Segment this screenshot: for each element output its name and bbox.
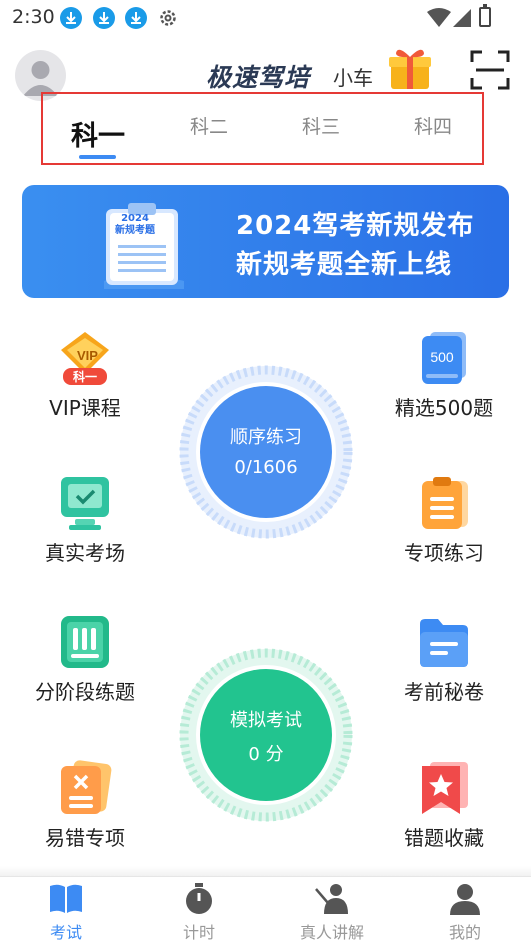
signal-icon bbox=[453, 8, 471, 32]
secret-paper-button[interactable]: 考前秘卷 bbox=[374, 614, 514, 705]
real-exam-label: 真实考场 bbox=[45, 541, 125, 565]
nav-mine[interactable]: 我的 bbox=[399, 877, 531, 944]
book-icon bbox=[50, 884, 82, 913]
scan-icon[interactable] bbox=[470, 50, 510, 94]
nav-live-lecture[interactable]: 真人讲解 bbox=[266, 877, 398, 944]
vip-course-label: VIP课程 bbox=[49, 396, 121, 420]
vip-course-button[interactable]: VIP 科一 VIP课程 bbox=[15, 330, 155, 421]
app-screen: 2:30 极速驾培 小车 科一 科二 科三 科四 2024 新规考题 2024驾… bbox=[0, 0, 531, 944]
practice-ring bbox=[179, 365, 353, 539]
wrong-answer-favorites-button[interactable]: 错题收藏 bbox=[374, 760, 514, 851]
star-bookmark-icon bbox=[422, 762, 468, 814]
clipboard-year: 2024 bbox=[121, 213, 149, 224]
download-icon bbox=[60, 7, 82, 29]
vip-badge-icon: VIP 科一 bbox=[61, 332, 109, 385]
clipboard-label: 新规考题 bbox=[115, 225, 155, 236]
bottom-nav: 考试 计时 真人讲解 我的 bbox=[0, 876, 531, 944]
select-500-button[interactable]: 500 精选500题 bbox=[374, 330, 514, 421]
nav-mine-label: 我的 bbox=[448, 923, 481, 942]
mock-title: 模拟考试 bbox=[230, 710, 302, 731]
select-500-label: 精选500题 bbox=[394, 396, 494, 420]
nav-timer-label: 计时 bbox=[182, 923, 215, 942]
banner-subheadline: 新规考题全新上线 bbox=[236, 250, 453, 280]
real-exam-button[interactable]: 真实考场 bbox=[15, 475, 155, 566]
nav-shadow bbox=[0, 866, 531, 876]
monitor-check-icon bbox=[61, 477, 109, 530]
error-prone-button[interactable]: 易错专项 bbox=[15, 760, 155, 851]
status-time: 2:30 bbox=[12, 6, 55, 28]
svg-text:500: 500 bbox=[430, 349, 454, 365]
brand-logo-text: 极速驾培 bbox=[206, 63, 311, 92]
nav-exam[interactable]: 考试 bbox=[0, 877, 132, 944]
banner-headline: 2024驾考新规发布 bbox=[236, 211, 475, 241]
mock-exam-button[interactable]: 模拟考试 0 分 bbox=[178, 647, 354, 823]
nav-exam-label: 考试 bbox=[49, 923, 82, 942]
stopwatch-icon bbox=[186, 883, 212, 914]
person-icon bbox=[450, 884, 480, 915]
folder-icon bbox=[420, 619, 468, 667]
book-500-icon: 500 bbox=[422, 332, 466, 384]
special-practice-button[interactable]: 专项练习 bbox=[374, 475, 514, 566]
tab-subject-four[interactable]: 科四 bbox=[414, 112, 452, 139]
secret-paper-label: 考前秘卷 bbox=[404, 680, 484, 704]
battery-icon bbox=[479, 4, 491, 27]
active-tab-indicator bbox=[79, 155, 116, 159]
svg-text:VIP: VIP bbox=[77, 348, 98, 363]
promo-banner[interactable]: 2024 新规考题 2024驾考新规发布 新规考题全新上线 bbox=[22, 185, 509, 298]
error-prone-label: 易错专项 bbox=[45, 826, 125, 850]
tab-subject-one[interactable]: 科一 bbox=[71, 114, 125, 153]
clipboard-list-icon bbox=[422, 477, 468, 529]
download-icon bbox=[93, 7, 115, 29]
sequential-practice-button[interactable]: 顺序练习 0/1606 bbox=[178, 364, 354, 540]
tab-subject-two[interactable]: 科二 bbox=[190, 112, 228, 139]
mock-ring bbox=[179, 648, 353, 822]
gift-icon[interactable] bbox=[388, 45, 432, 95]
practice-progress: 0/1606 bbox=[234, 457, 298, 478]
gear-icon bbox=[157, 7, 179, 33]
wifi-icon bbox=[427, 8, 451, 32]
clipboard-caption: 2024 新规考题 bbox=[114, 213, 156, 237]
vehicle-type-selector[interactable]: 小车 bbox=[333, 62, 373, 91]
staged-practice-icon bbox=[61, 616, 109, 668]
staged-practice-button[interactable]: 分阶段练题 bbox=[15, 614, 155, 705]
special-practice-label: 专项练习 bbox=[404, 541, 484, 565]
staged-practice-label: 分阶段练题 bbox=[35, 680, 135, 704]
svg-text:科一: 科一 bbox=[73, 369, 97, 384]
mock-score: 0 分 bbox=[248, 744, 284, 765]
nav-timer[interactable]: 计时 bbox=[133, 877, 265, 944]
teacher-icon bbox=[315, 884, 348, 914]
practice-title: 顺序练习 bbox=[230, 427, 302, 448]
favorites-label: 错题收藏 bbox=[404, 826, 484, 850]
nav-live-lecture-label: 真人讲解 bbox=[299, 923, 364, 942]
error-prone-icon bbox=[61, 760, 112, 814]
download-icon bbox=[125, 7, 147, 29]
status-bar: 2:30 bbox=[0, 0, 531, 36]
tab-subject-three[interactable]: 科三 bbox=[302, 112, 340, 139]
